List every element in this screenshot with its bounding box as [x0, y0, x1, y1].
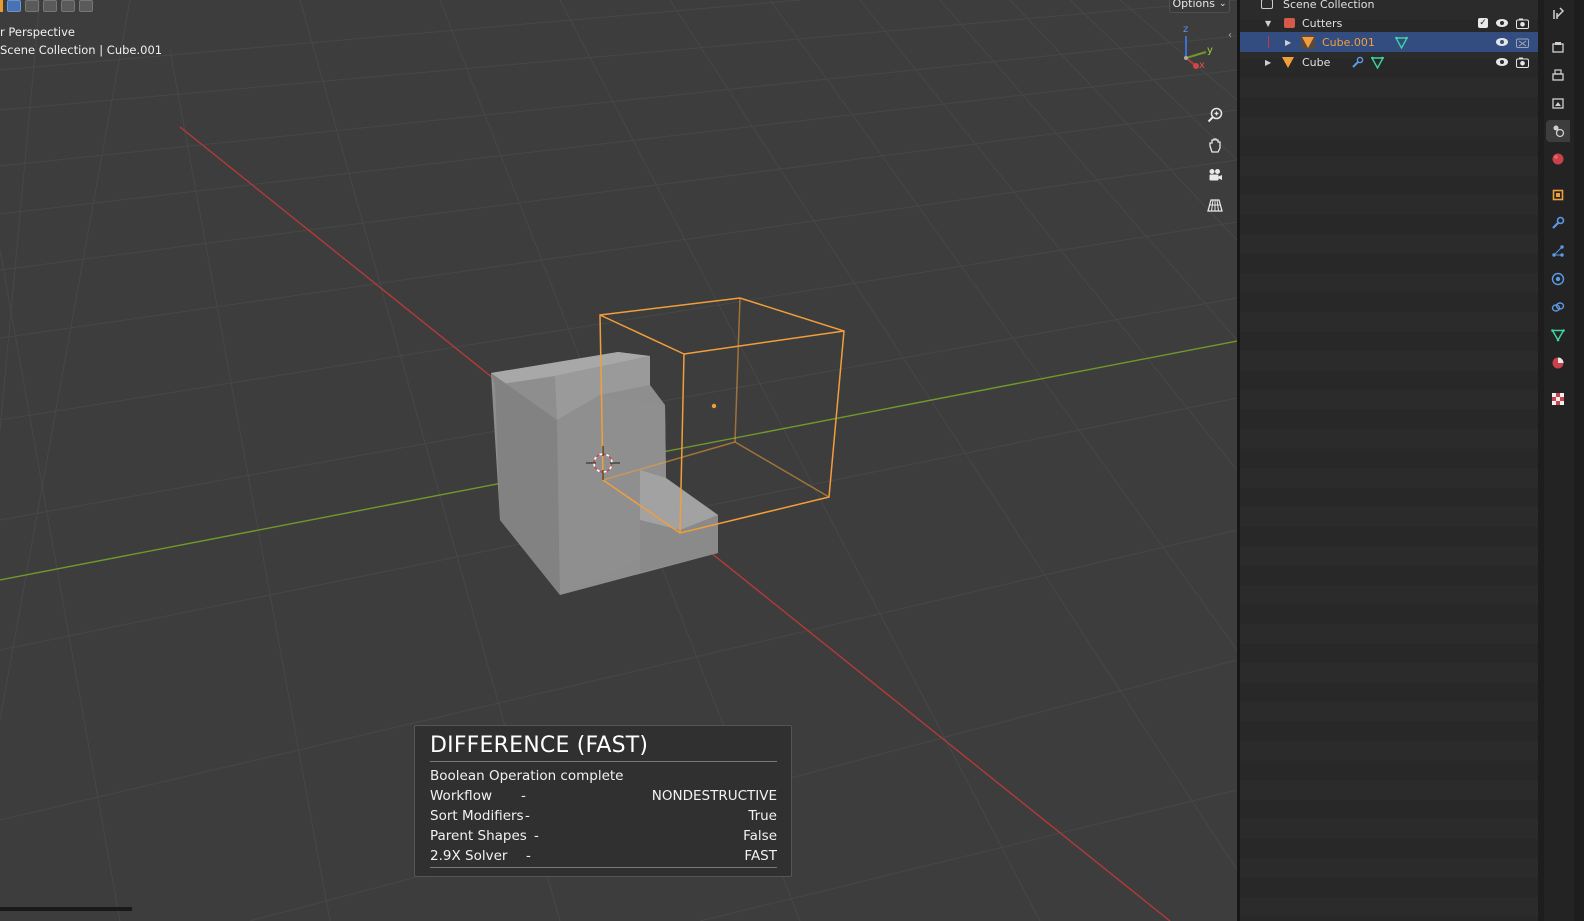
mesh-data-icon[interactable] [1394, 35, 1408, 49]
collection-icon [1282, 16, 1296, 30]
row-value: True [748, 808, 777, 824]
pan-hand-icon[interactable] [1201, 131, 1228, 158]
row-value: NONDESTRUCTIVE [651, 788, 777, 804]
operator-title: DIFFERENCE (FAST) [430, 733, 649, 758]
row-label: 2.9X Solver [430, 848, 508, 864]
outliner-panel[interactable]: Scene Collection ▼ Cutters ✓ ▶ Cube.001 … [1240, 0, 1538, 921]
world-tab-icon[interactable] [1546, 148, 1570, 170]
outliner-item-cutters[interactable]: ▼ Cutters ✓ [1240, 13, 1538, 33]
camera-render-disabled-icon[interactable] [1515, 35, 1529, 49]
toolbar-accent [0, 0, 3, 12]
row-dash: - [525, 808, 530, 824]
object-tab-icon[interactable] [1546, 184, 1570, 206]
select-subtract-icon[interactable] [43, 0, 57, 12]
mesh-data-icon[interactable] [1370, 55, 1384, 69]
exclude-checkbox[interactable]: ✓ [1476, 16, 1490, 30]
row-dash: - [526, 848, 531, 864]
eye-icon[interactable] [1495, 16, 1509, 30]
outliner-item-cube[interactable]: ▶ Cube [1240, 52, 1538, 72]
view-layer-tab-icon[interactable] [1546, 92, 1570, 114]
outliner-item-label: Cutters [1302, 16, 1343, 30]
wrench-modifier-icon[interactable] [1350, 55, 1364, 69]
data-tab-icon[interactable] [1546, 324, 1570, 346]
row-value: False [743, 828, 777, 844]
row-value: FAST [744, 848, 777, 864]
divider [430, 867, 777, 868]
row-label: Workflow [430, 788, 492, 804]
scene-collection-label: Scene Collection [1283, 0, 1375, 11]
operator-row: 2.9X Solver - FAST [430, 846, 777, 866]
row-label: Parent Shapes [430, 828, 527, 844]
axis-z-label: z [1183, 24, 1189, 35]
texture-tab-icon[interactable] [1546, 388, 1570, 410]
row-dash: - [521, 788, 526, 804]
eye-icon[interactable] [1495, 55, 1509, 69]
operator-info-panel: DIFFERENCE (FAST) Boolean Operation comp… [414, 725, 792, 877]
select-new-icon[interactable] [7, 0, 21, 12]
select-intersect-icon[interactable] [79, 0, 93, 12]
operator-row: Sort Modifiers - True [430, 806, 777, 826]
scene-collection-row[interactable]: Scene Collection [1240, 0, 1538, 14]
render-tab-icon[interactable] [1546, 36, 1570, 58]
expand-right-icon[interactable]: ▶ [1265, 58, 1271, 67]
options-dropdown[interactable]: Options ⌄ [1169, 0, 1230, 13]
chevron-down-icon: ⌄ [1218, 0, 1227, 9]
status-strip [0, 907, 132, 911]
eye-icon[interactable] [1495, 35, 1509, 49]
constraints-tab-icon[interactable] [1546, 296, 1570, 318]
material-tab-icon[interactable] [1546, 352, 1570, 374]
axis-x-label: x [1199, 60, 1205, 71]
select-invert-icon[interactable] [61, 0, 75, 12]
mesh-object-icon [1301, 35, 1315, 49]
collection-path-label: Scene Collection | Cube.001 [0, 43, 163, 57]
axis-y-label: y [1207, 45, 1213, 56]
perspective-grid-icon[interactable] [1201, 191, 1228, 218]
sidebar-toggle-icon[interactable]: ‹ [1228, 30, 1232, 41]
outliner-item-label: Cube.001 [1322, 35, 1375, 49]
operator-status: Boolean Operation complete [430, 768, 624, 784]
scene-collection-icon [1260, 0, 1274, 11]
divider [430, 761, 777, 762]
outliner-item-label: Cube [1302, 55, 1331, 69]
operator-row: Workflow - NONDESTRUCTIVE [430, 786, 777, 806]
camera-view-icon[interactable] [1201, 161, 1228, 188]
row-label: Sort Modifiers [430, 808, 524, 824]
expand-down-icon[interactable]: ▼ [1265, 19, 1271, 28]
output-tab-icon[interactable] [1546, 64, 1570, 86]
modifiers-tab-icon[interactable] [1546, 212, 1570, 234]
row-dash: - [534, 828, 539, 844]
axis-navigation-gizmo[interactable]: z y x [1176, 24, 1220, 74]
physics-tab-icon[interactable] [1546, 268, 1570, 290]
camera-render-icon[interactable] [1515, 16, 1529, 30]
selection-mode-toolbar [0, 0, 93, 14]
mesh-object-icon [1281, 55, 1295, 69]
zoom-icon[interactable] [1201, 101, 1228, 128]
outliner-item-cube-001[interactable]: ▶ Cube.001 [1240, 32, 1538, 52]
options-label: Options [1172, 0, 1215, 10]
hierarchy-line [1268, 36, 1269, 48]
view-perspective-label: r Perspective [0, 25, 75, 39]
scene-tab-icon[interactable] [1546, 120, 1570, 142]
camera-render-icon[interactable] [1515, 55, 1529, 69]
3d-viewport[interactable]: r Perspective Scene Collection | Cube.00… [0, 0, 1237, 921]
particles-tab-icon[interactable] [1546, 240, 1570, 262]
select-extend-icon[interactable] [25, 0, 39, 12]
tool-tab-icon[interactable] [1546, 2, 1570, 24]
operator-row: Parent Shapes - False [430, 826, 777, 846]
expand-right-icon[interactable]: ▶ [1285, 38, 1291, 47]
